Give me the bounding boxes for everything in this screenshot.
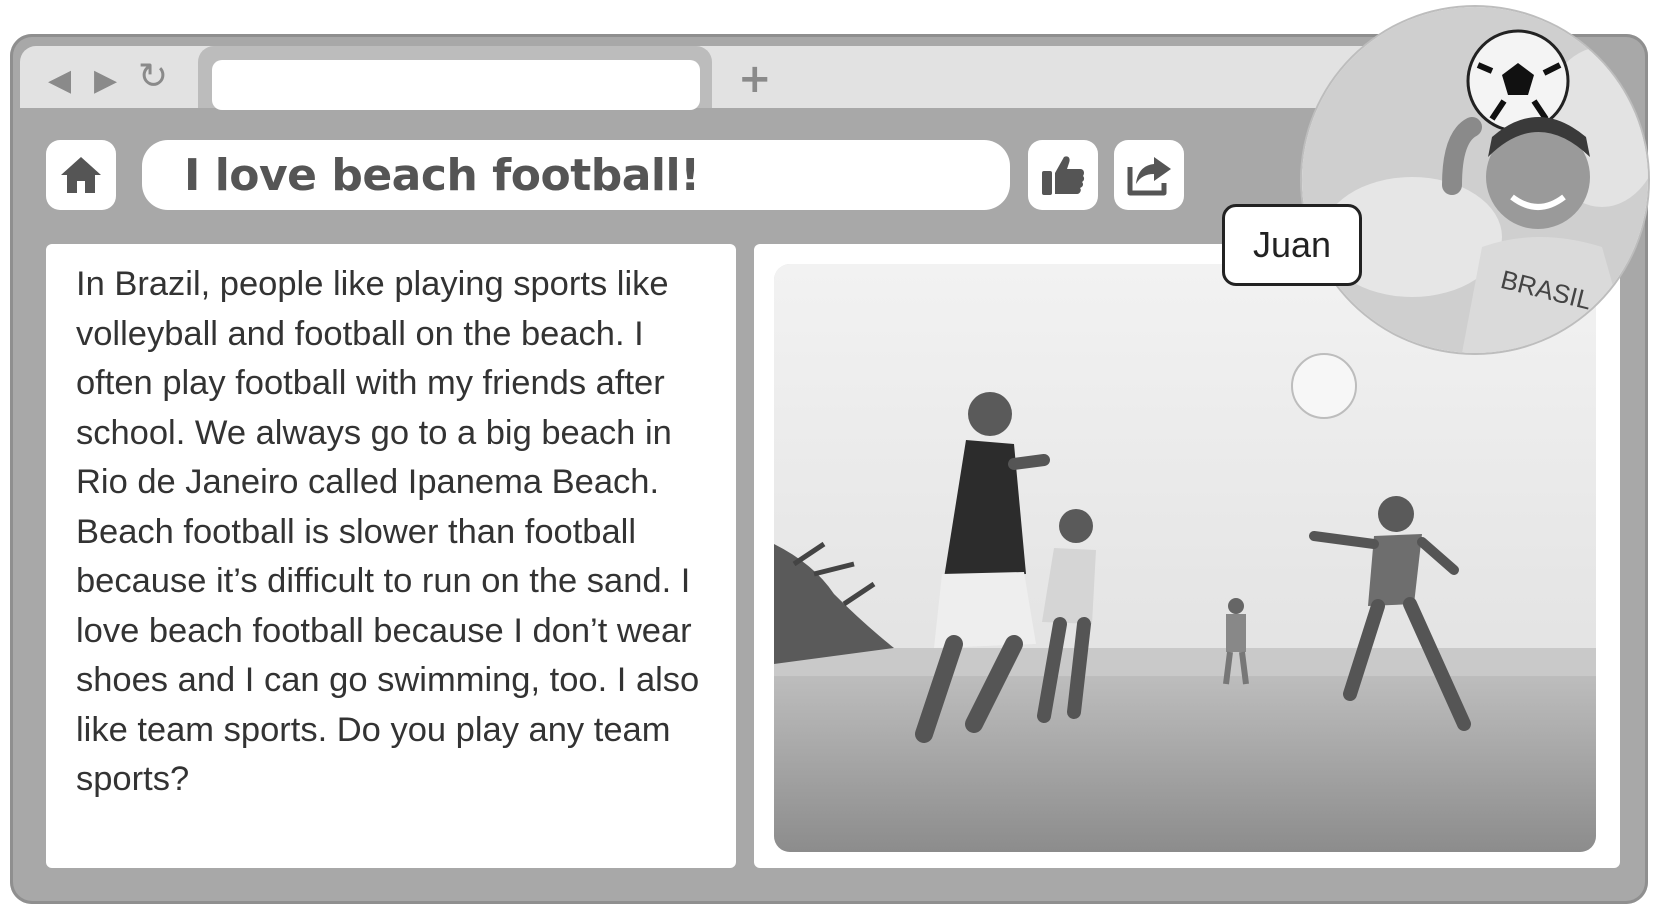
post-text-panel: In Brazil, people like playing sports li…: [46, 244, 736, 868]
home-button[interactable]: [46, 140, 116, 210]
forward-arrow-icon[interactable]: ▶: [94, 66, 117, 96]
share-button[interactable]: [1114, 140, 1184, 210]
page-title-bar: I love beach football!: [142, 140, 1010, 210]
reload-icon[interactable]: ↻: [138, 59, 168, 95]
author-avatar: BRASIL: [1302, 7, 1648, 353]
like-button[interactable]: [1028, 140, 1098, 210]
new-tab-button[interactable]: +: [738, 56, 772, 102]
share-icon: [1127, 157, 1171, 196]
home-icon: [61, 157, 101, 193]
address-bar[interactable]: [212, 60, 700, 110]
page-title: I love beach football!: [184, 149, 700, 201]
browser-tab[interactable]: [198, 46, 712, 110]
author-name-tag: Juan: [1222, 204, 1362, 286]
post-body: In Brazil, people like playing sports li…: [76, 265, 700, 798]
back-arrow-icon[interactable]: ◀: [48, 66, 71, 96]
thumbs-up-icon: [1042, 156, 1085, 195]
author-name: Juan: [1252, 224, 1332, 265]
